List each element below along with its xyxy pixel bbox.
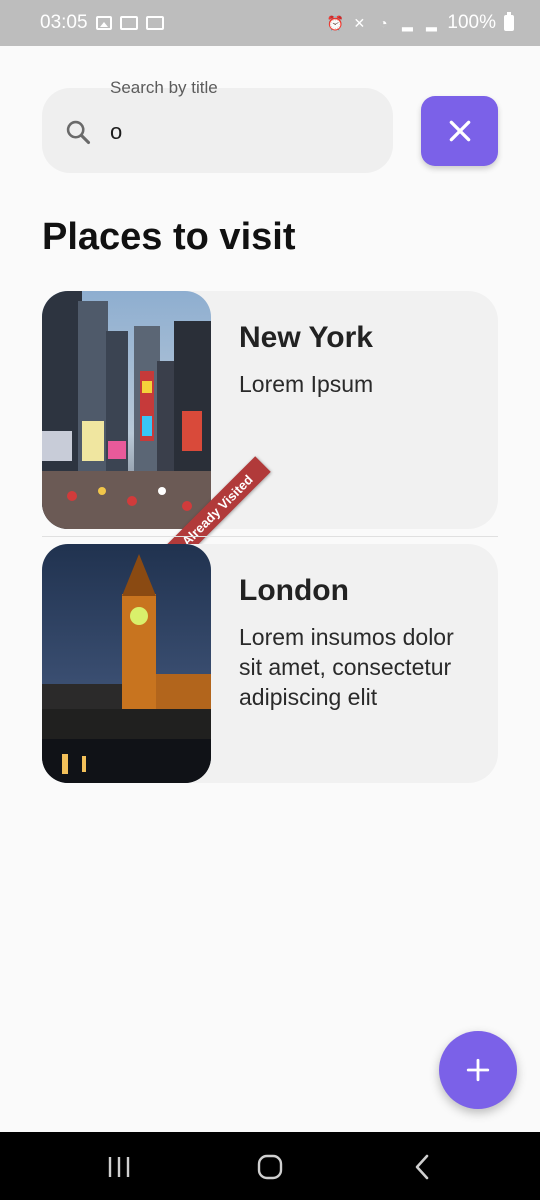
place-card[interactable]: New York Lorem Ipsum Already Visited — [42, 291, 498, 564]
page-title: Places to visit — [42, 216, 295, 259]
place-card[interactable]: London Lorem insumos dolor sit amet, con… — [42, 544, 498, 783]
place-description: Lorem Ipsum — [239, 371, 374, 397]
divider — [42, 536, 498, 537]
notification-icon — [145, 16, 164, 30]
gallery-notification-icon — [95, 16, 112, 30]
new-york-photo — [42, 291, 211, 529]
plus-icon — [466, 1058, 490, 1082]
add-place-button[interactable] — [439, 1031, 517, 1109]
notification-icon — [119, 16, 138, 30]
place-image — [42, 291, 211, 529]
system-nav-bar — [0, 1132, 540, 1200]
signal-icon: ▂ — [402, 14, 413, 31]
status-left: 03:05 — [40, 12, 164, 34]
status-right: ⏰ ✕ ◔ ▂ ▂ 100% — [327, 12, 514, 34]
page-title-bold: Places — [42, 216, 163, 258]
home-icon[interactable] — [255, 1154, 285, 1180]
wifi-icon: ◔ — [379, 15, 388, 31]
search-label: Search by title — [110, 78, 218, 97]
london-photo — [42, 544, 211, 783]
signal-icon: ▂ — [426, 14, 437, 31]
search-icon — [66, 120, 91, 145]
place-title: New York — [239, 321, 373, 354]
place-title: London — [239, 574, 349, 607]
search-field[interactable] — [42, 88, 393, 173]
recent-apps-icon[interactable] — [104, 1154, 134, 1180]
battery-icon — [504, 12, 514, 31]
status-time: 03:05 — [40, 12, 88, 33]
clear-search-button[interactable] — [421, 96, 498, 166]
mute-icon: ✕ — [353, 14, 366, 31]
place-description: Lorem insumos dolor sit amet, consectetu… — [239, 624, 454, 710]
place-image — [42, 544, 211, 783]
battery-percent: 100% — [447, 12, 496, 33]
search-input[interactable] — [110, 114, 370, 150]
back-icon[interactable] — [408, 1154, 438, 1180]
close-icon — [449, 120, 470, 142]
page-title-rest: to visit — [162, 216, 296, 258]
alarm-icon: ⏰ — [326, 14, 345, 31]
status-bar: 03:05 ⏰ ✕ ◔ ▂ ▂ 100% — [0, 0, 540, 46]
